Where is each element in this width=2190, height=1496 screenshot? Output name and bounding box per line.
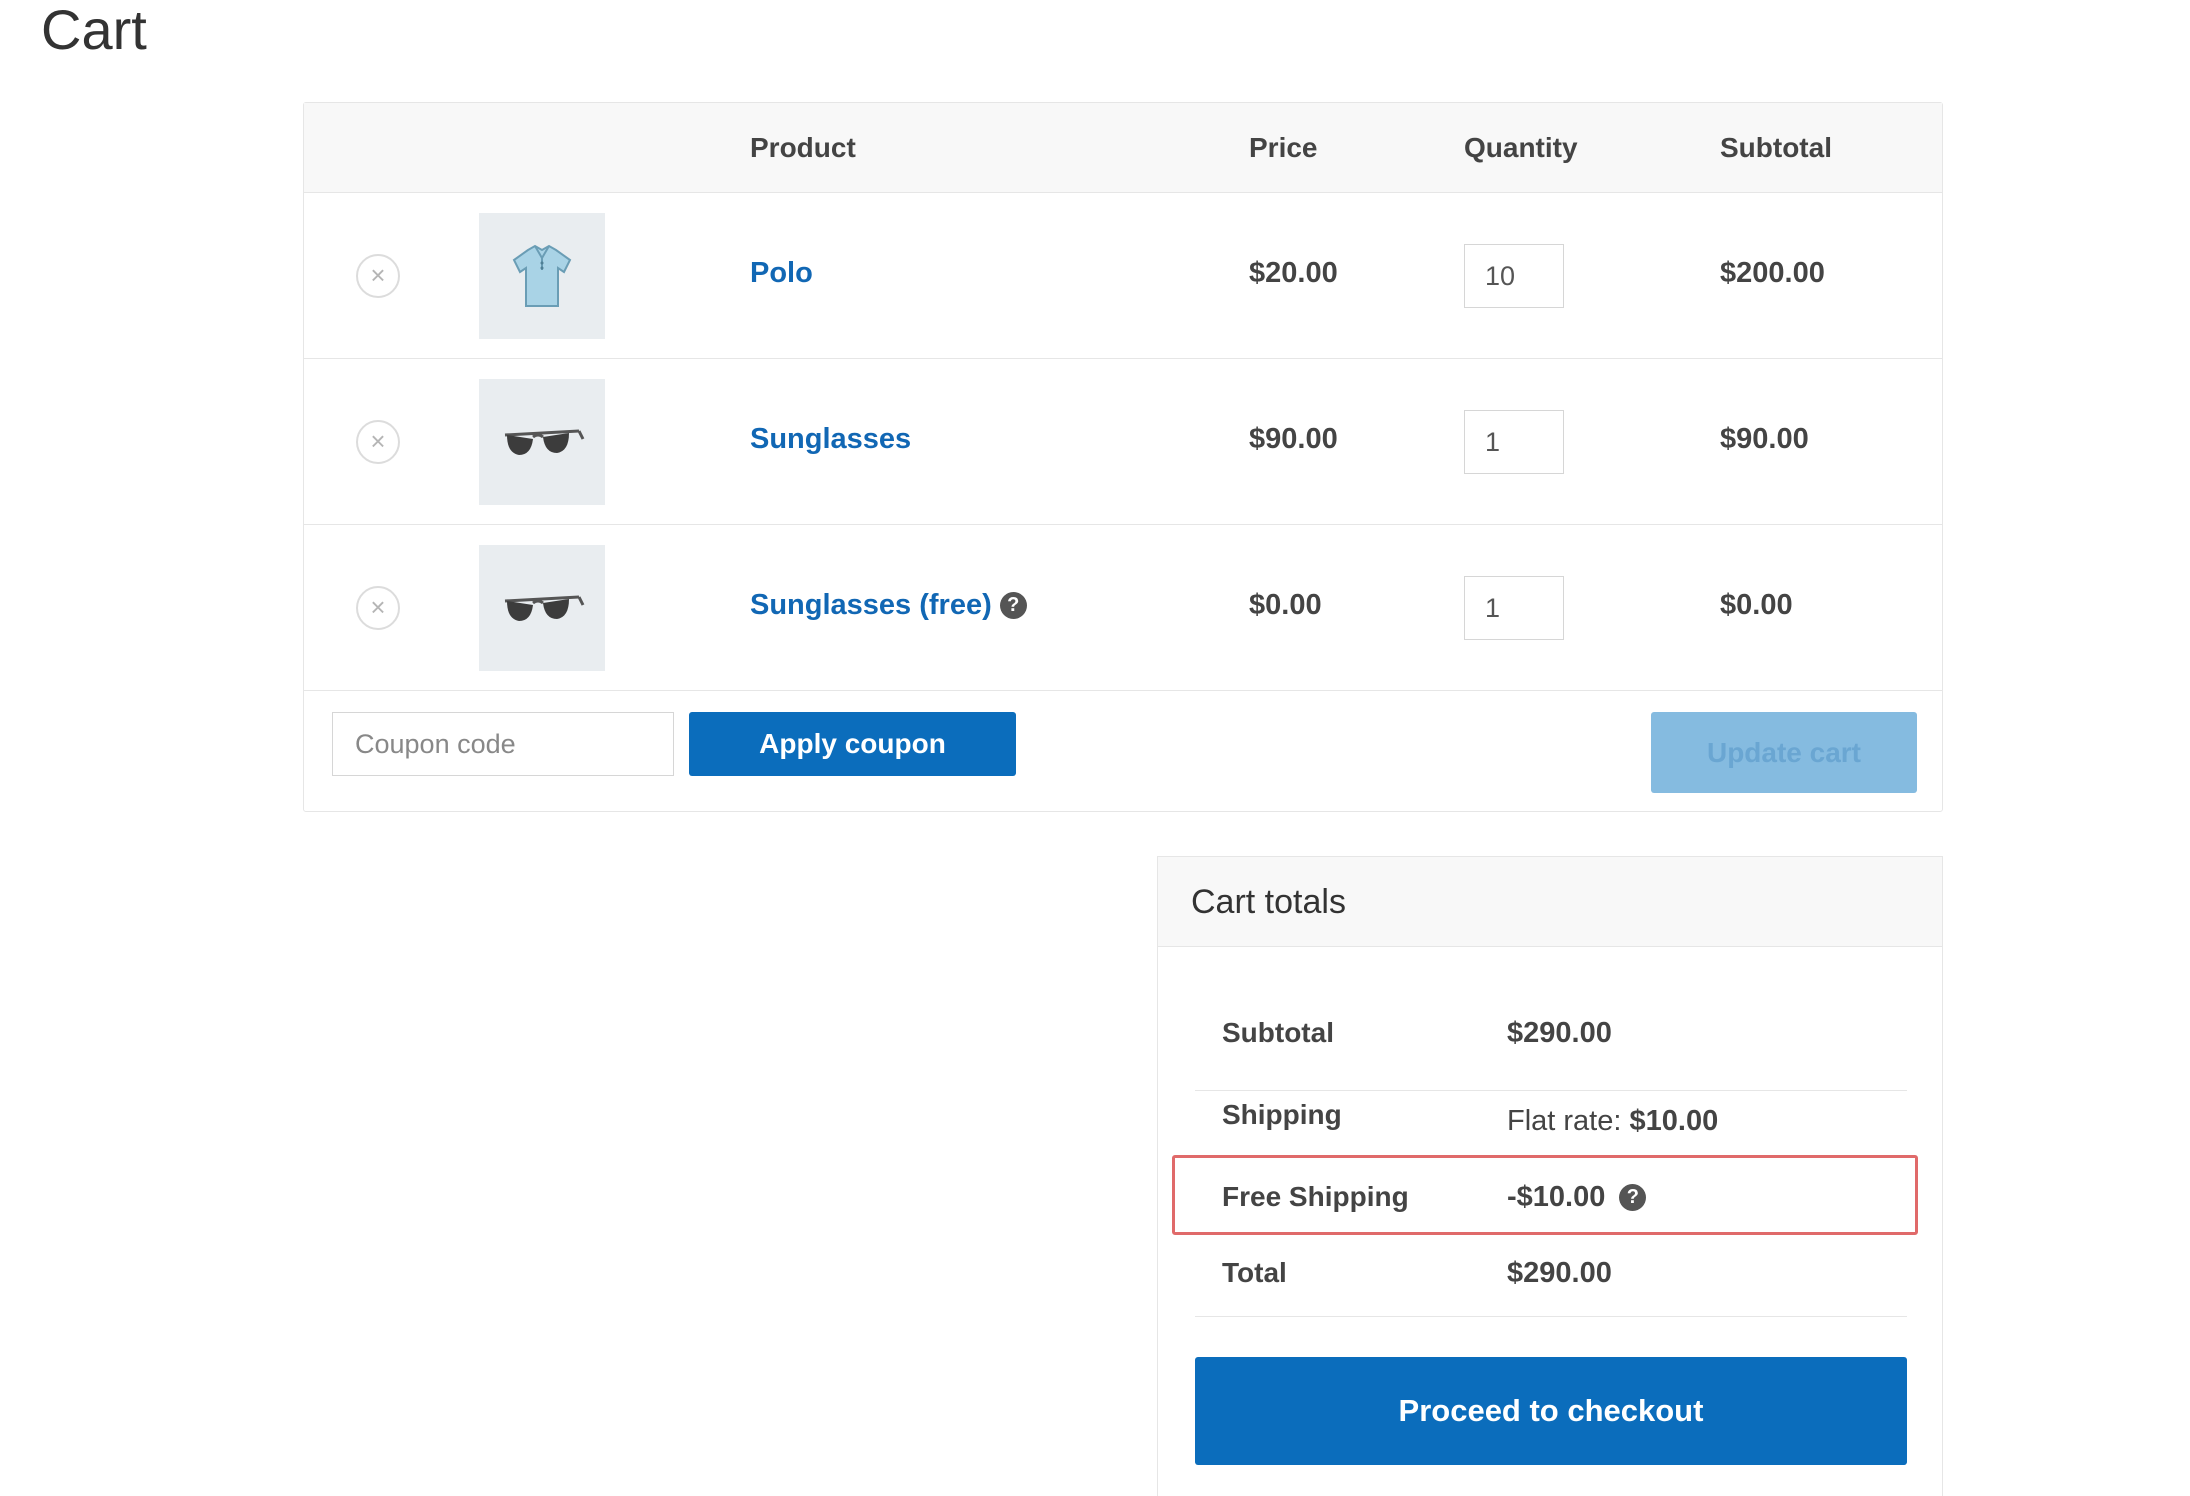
product-link-sunglasses[interactable]: Sunglasses xyxy=(750,423,911,456)
item-subtotal: $90.00 xyxy=(1720,423,1809,455)
header-product: Product xyxy=(750,132,856,163)
cart-actions: Apply coupon Update cart xyxy=(304,693,1942,813)
coupon-code-input[interactable] xyxy=(332,712,674,776)
totals-row-total: Total $290.00 xyxy=(1195,1235,1907,1317)
cart-table-header: Product Price Quantity Subtotal xyxy=(304,103,1942,193)
cart-row-polo: × Polo $20.00 $200.00 xyxy=(304,193,1942,359)
cart-totals-header: Cart totals xyxy=(1158,857,1942,947)
total-value: $290.00 xyxy=(1507,1257,1612,1289)
polo-shirt-icon xyxy=(512,244,572,307)
product-thumbnail-polo[interactable] xyxy=(479,213,605,339)
quantity-input[interactable] xyxy=(1464,576,1564,640)
header-price: Price xyxy=(1249,132,1318,163)
sunglasses-icon xyxy=(504,595,585,621)
quantity-input[interactable] xyxy=(1464,244,1564,308)
total-label: Total xyxy=(1222,1257,1287,1288)
cart-row-sunglasses-free: × Sunglasses (free)? $0.00 $0.00 xyxy=(304,525,1942,691)
cart-totals: Cart totals Subtotal $290.00 Shipping Fl… xyxy=(1157,856,1943,1496)
help-icon[interactable]: ? xyxy=(999,592,1027,619)
item-subtotal: $0.00 xyxy=(1720,589,1793,621)
totals-row-subtotal: Subtotal $290.00 xyxy=(1195,1007,1907,1091)
cart-row-sunglasses: × Sunglasses $90.00 $90.00 xyxy=(304,359,1942,525)
free-shipping-label: Free Shipping xyxy=(1222,1181,1409,1212)
shipping-method: Flat rate: xyxy=(1507,1105,1622,1137)
sunglasses-icon xyxy=(504,429,585,455)
free-shipping-value: -$10.00 xyxy=(1507,1181,1606,1213)
free-shipping-value-wrapper: -$10.00? xyxy=(1507,1181,1647,1214)
item-price: $0.00 xyxy=(1249,589,1322,621)
help-icon[interactable]: ? xyxy=(1619,1184,1647,1211)
remove-item-button[interactable]: × xyxy=(356,254,400,298)
product-link-polo[interactable]: Polo xyxy=(750,257,813,290)
shipping-amount: $10.00 xyxy=(1629,1105,1719,1137)
subtotal-value: $290.00 xyxy=(1507,1017,1612,1049)
product-name-wrapper: Sunglasses (free)? xyxy=(750,589,1027,622)
shipping-label: Shipping xyxy=(1222,1099,1342,1130)
proceed-to-checkout-button[interactable]: Proceed to checkout xyxy=(1195,1357,1907,1465)
product-link-sunglasses-free[interactable]: Sunglasses (free) xyxy=(750,589,992,621)
totals-row-free-shipping: Free Shipping -$10.00? xyxy=(1195,1173,1907,1235)
remove-item-button[interactable]: × xyxy=(356,420,400,464)
update-cart-button[interactable]: Update cart xyxy=(1651,712,1917,793)
cart-table: Product Price Quantity Subtotal × Polo $… xyxy=(303,102,1943,812)
product-thumbnail-sunglasses-free[interactable] xyxy=(479,545,605,671)
item-price: $90.00 xyxy=(1249,423,1338,455)
header-quantity: Quantity xyxy=(1464,132,1578,163)
remove-item-button[interactable]: × xyxy=(356,586,400,630)
page-title: Cart xyxy=(41,0,147,61)
shipping-value: Flat rate: $10.00 xyxy=(1507,1105,1718,1138)
subtotal-label: Subtotal xyxy=(1222,1017,1334,1048)
item-subtotal: $200.00 xyxy=(1720,257,1825,289)
item-price: $20.00 xyxy=(1249,257,1338,289)
apply-coupon-button[interactable]: Apply coupon xyxy=(689,712,1016,776)
quantity-input[interactable] xyxy=(1464,410,1564,474)
product-thumbnail-sunglasses[interactable] xyxy=(479,379,605,505)
cart-totals-title: Cart totals xyxy=(1191,883,1346,921)
header-subtotal: Subtotal xyxy=(1720,132,1832,163)
